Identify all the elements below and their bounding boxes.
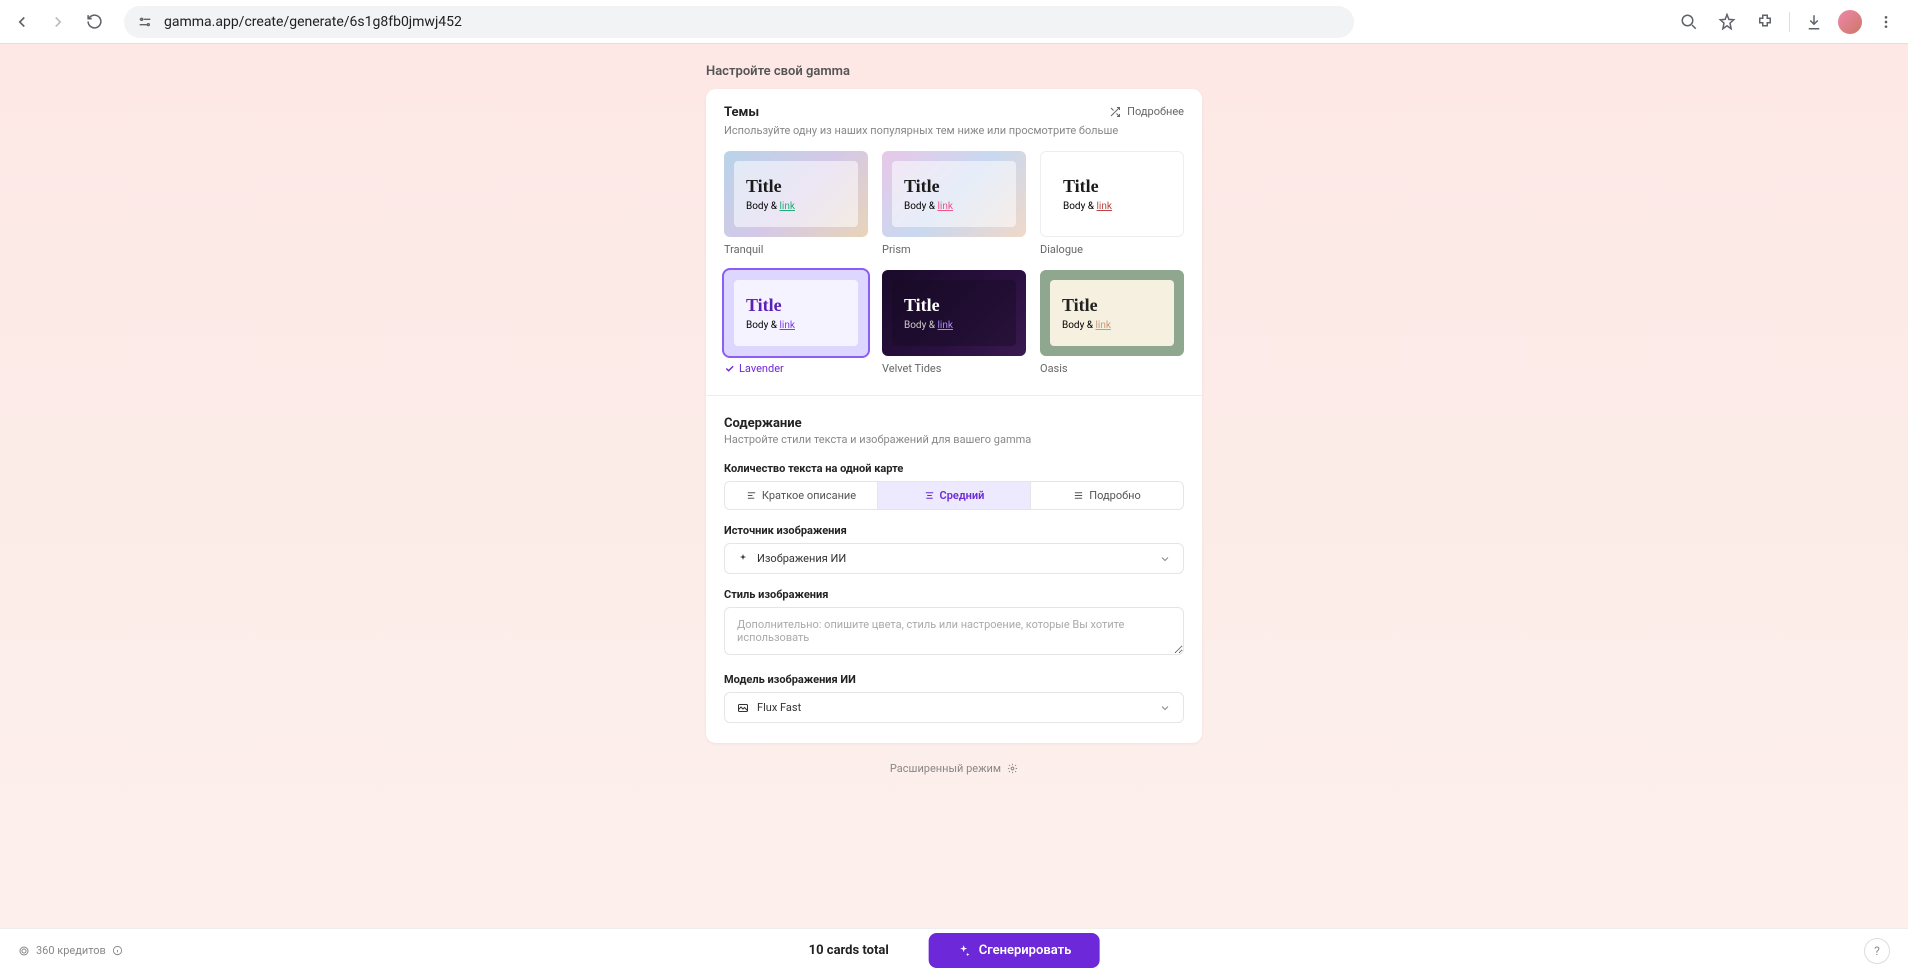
image-source-select[interactable]: Изображения ИИ <box>724 543 1184 574</box>
sparkle-icon <box>957 944 971 958</box>
text-amount-segmented: Краткое описание Средний Подробно <box>724 481 1184 510</box>
sparkle-icon <box>737 553 749 565</box>
browser-toolbar: gamma.app/create/generate/6s1g8fb0jmwj45… <box>0 0 1908 44</box>
theme-card-dialogue[interactable]: Title Body & link Dialogue <box>1040 151 1184 256</box>
theme-name: Oasis <box>1040 362 1184 375</box>
image-icon <box>737 702 749 714</box>
url-text: gamma.app/create/generate/6s1g8fb0jmwj45… <box>164 14 462 30</box>
theme-card-tranquil[interactable]: Title Body & link Tranquil <box>724 151 868 256</box>
image-style-label: Стиль изображения <box>724 588 1184 601</box>
theme-name: Velvet Tides <box>882 362 1026 375</box>
image-model-select[interactable]: Flux Fast <box>724 692 1184 723</box>
theme-name: Dialogue <box>1040 243 1184 256</box>
check-icon <box>724 363 735 374</box>
text-amount-brief[interactable]: Краткое описание <box>725 482 878 509</box>
shuffle-icon <box>1109 106 1121 118</box>
theme-card-oasis[interactable]: Title Body & link Oasis <box>1040 270 1184 375</box>
advanced-mode-link[interactable]: Расширенный режим <box>890 762 1018 775</box>
theme-card-velvet[interactable]: Title Body & link Velvet Tides <box>882 270 1026 375</box>
settings-panel: Темы Подробнее Используйте одну из наших… <box>706 89 1202 743</box>
themes-subtitle: Используйте одну из наших популярных тем… <box>724 124 1184 137</box>
zoom-icon[interactable] <box>1675 8 1703 36</box>
section-title: Настройте свой gamma <box>706 64 1202 79</box>
cards-total: 10 cards total <box>809 943 889 958</box>
content-subtitle: Настройте стили текста и изображений для… <box>724 433 1184 446</box>
gear-icon <box>1007 763 1018 774</box>
reload-button[interactable] <box>80 8 108 36</box>
align-justify-icon <box>1073 490 1084 501</box>
address-bar[interactable]: gamma.app/create/generate/6s1g8fb0jmwj45… <box>124 6 1354 38</box>
extensions-icon[interactable] <box>1751 8 1779 36</box>
generate-button[interactable]: Сгенерировать <box>929 933 1100 968</box>
align-left-icon <box>746 490 757 501</box>
theme-name: Lavender <box>724 362 868 375</box>
bottom-bar: 360 кредитов 10 cards total Сгенерироват… <box>0 928 1908 972</box>
coin-icon <box>18 945 30 957</box>
theme-card-prism[interactable]: Title Body & link Prism <box>882 151 1026 256</box>
menu-icon[interactable] <box>1872 8 1900 36</box>
image-style-input[interactable] <box>724 607 1184 655</box>
text-amount-label: Количество текста на одной карте <box>724 462 1184 475</box>
theme-card-lavender[interactable]: Title Body & link Lavender <box>724 270 868 375</box>
themes-more-link[interactable]: Подробнее <box>1109 105 1184 118</box>
chevron-down-icon <box>1159 702 1171 714</box>
text-amount-medium[interactable]: Средний <box>878 482 1031 509</box>
chevron-down-icon <box>1159 553 1171 565</box>
themes-title: Темы <box>724 105 759 120</box>
align-center-icon <box>924 490 935 501</box>
profile-avatar[interactable] <box>1838 10 1862 34</box>
text-amount-detailed[interactable]: Подробно <box>1031 482 1183 509</box>
theme-name: Tranquil <box>724 243 868 256</box>
help-button[interactable]: ? <box>1864 938 1890 964</box>
forward-button[interactable] <box>44 8 72 36</box>
back-button[interactable] <box>8 8 36 36</box>
image-source-label: Источник изображения <box>724 524 1184 537</box>
info-icon[interactable] <box>112 945 123 956</box>
downloads-icon[interactable] <box>1800 8 1828 36</box>
bookmark-icon[interactable] <box>1713 8 1741 36</box>
theme-name: Prism <box>882 243 1026 256</box>
image-model-label: Модель изображения ИИ <box>724 673 1184 686</box>
credits-indicator[interactable]: 360 кредитов <box>18 944 123 957</box>
site-settings-icon[interactable] <box>136 13 154 31</box>
content-title: Содержание <box>724 416 1184 431</box>
